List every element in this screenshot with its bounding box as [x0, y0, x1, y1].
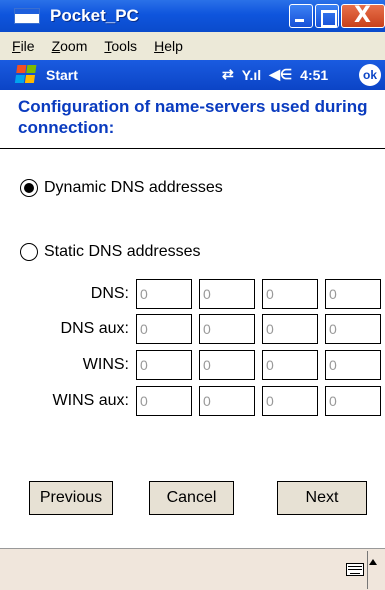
menu-bar: File Zoom Tools Help — [0, 32, 385, 60]
dns-aux-octet-4[interactable]: 0 — [325, 314, 381, 344]
menu-item-help[interactable]: Help — [154, 38, 183, 54]
dns-aux-octet-2[interactable]: 0 — [199, 314, 255, 344]
wins-aux-label: WINS aux: — [52, 392, 129, 409]
wins-aux-row: WINS aux: 0 0 0 0 — [0, 386, 385, 416]
window-title-bar[interactable]: Pocket_PC X — [0, 0, 385, 32]
close-icon: X — [354, 3, 371, 28]
wins-label: WINS: — [82, 356, 129, 373]
dns-label: DNS: — [90, 285, 129, 302]
status-icons: ⇄ Y.ıl ◀∈ 4:51 — [222, 66, 328, 83]
wins-octet-1[interactable]: 0 — [136, 350, 192, 380]
wins-octet-3[interactable]: 0 — [262, 350, 318, 380]
dns-octet-4[interactable]: 0 — [325, 279, 381, 309]
static-dns-option[interactable]: Static DNS addresses — [20, 243, 201, 261]
dns-row: DNS: 0 0 0 0 — [0, 279, 385, 309]
softkey-bar — [0, 548, 385, 590]
connectivity-icon[interactable]: ⇄ — [222, 66, 234, 83]
wins-octet-2[interactable]: 0 — [199, 350, 255, 380]
next-button[interactable]: Next — [277, 481, 367, 515]
dns-aux-octet-1[interactable]: 0 — [136, 314, 192, 344]
dynamic-dns-radio[interactable] — [20, 179, 38, 197]
start-bar: Start ⇄ Y.ıl ◀∈ 4:51 ok — [0, 60, 385, 90]
start-menu-button[interactable]: Start — [46, 67, 78, 83]
minimize-button[interactable] — [289, 4, 313, 28]
window-title: Pocket_PC — [50, 6, 139, 25]
volume-icon[interactable]: ◀∈ — [269, 66, 292, 83]
maximize-button[interactable] — [315, 4, 339, 28]
wins-aux-octet-2[interactable]: 0 — [199, 386, 255, 416]
windows-flag-icon[interactable] — [14, 65, 40, 85]
wins-row: WINS: 0 0 0 0 — [0, 350, 385, 380]
dns-octet-2[interactable]: 0 — [199, 279, 255, 309]
static-dns-radio[interactable] — [20, 243, 38, 261]
divider — [0, 148, 385, 149]
wins-octet-4[interactable]: 0 — [325, 350, 381, 380]
signal-icon[interactable]: Y.ıl — [242, 67, 261, 83]
page-title: Configuration of name-servers used durin… — [18, 97, 368, 137]
divider — [367, 551, 368, 589]
clock[interactable]: 4:51 — [300, 67, 328, 83]
wins-aux-octet-1[interactable]: 0 — [136, 386, 192, 416]
dns-aux-octet-3[interactable]: 0 — [262, 314, 318, 344]
static-dns-label: Static DNS addresses — [44, 243, 201, 260]
menu-item-tools[interactable]: Tools — [104, 38, 137, 54]
dynamic-dns-label: Dynamic DNS addresses — [44, 179, 223, 196]
menu-item-file[interactable]: File — [12, 38, 35, 54]
menu-item-zoom[interactable]: Zoom — [52, 38, 88, 54]
dns-octet-1[interactable]: 0 — [136, 279, 192, 309]
window-icon — [14, 8, 40, 24]
previous-button[interactable]: Previous — [29, 481, 113, 515]
dynamic-dns-option[interactable]: Dynamic DNS addresses — [20, 179, 223, 197]
dns-octet-3[interactable]: 0 — [262, 279, 318, 309]
input-selector-arrow-icon[interactable] — [369, 559, 377, 565]
close-button[interactable]: X — [341, 3, 385, 28]
cancel-button[interactable]: Cancel — [149, 481, 234, 515]
wins-aux-octet-4[interactable]: 0 — [325, 386, 381, 416]
keyboard-icon[interactable] — [346, 563, 364, 576]
wins-aux-octet-3[interactable]: 0 — [262, 386, 318, 416]
ok-button[interactable]: ok — [359, 64, 381, 86]
dns-aux-label: DNS aux: — [60, 320, 129, 337]
dns-aux-row: DNS aux: 0 0 0 0 — [0, 314, 385, 344]
